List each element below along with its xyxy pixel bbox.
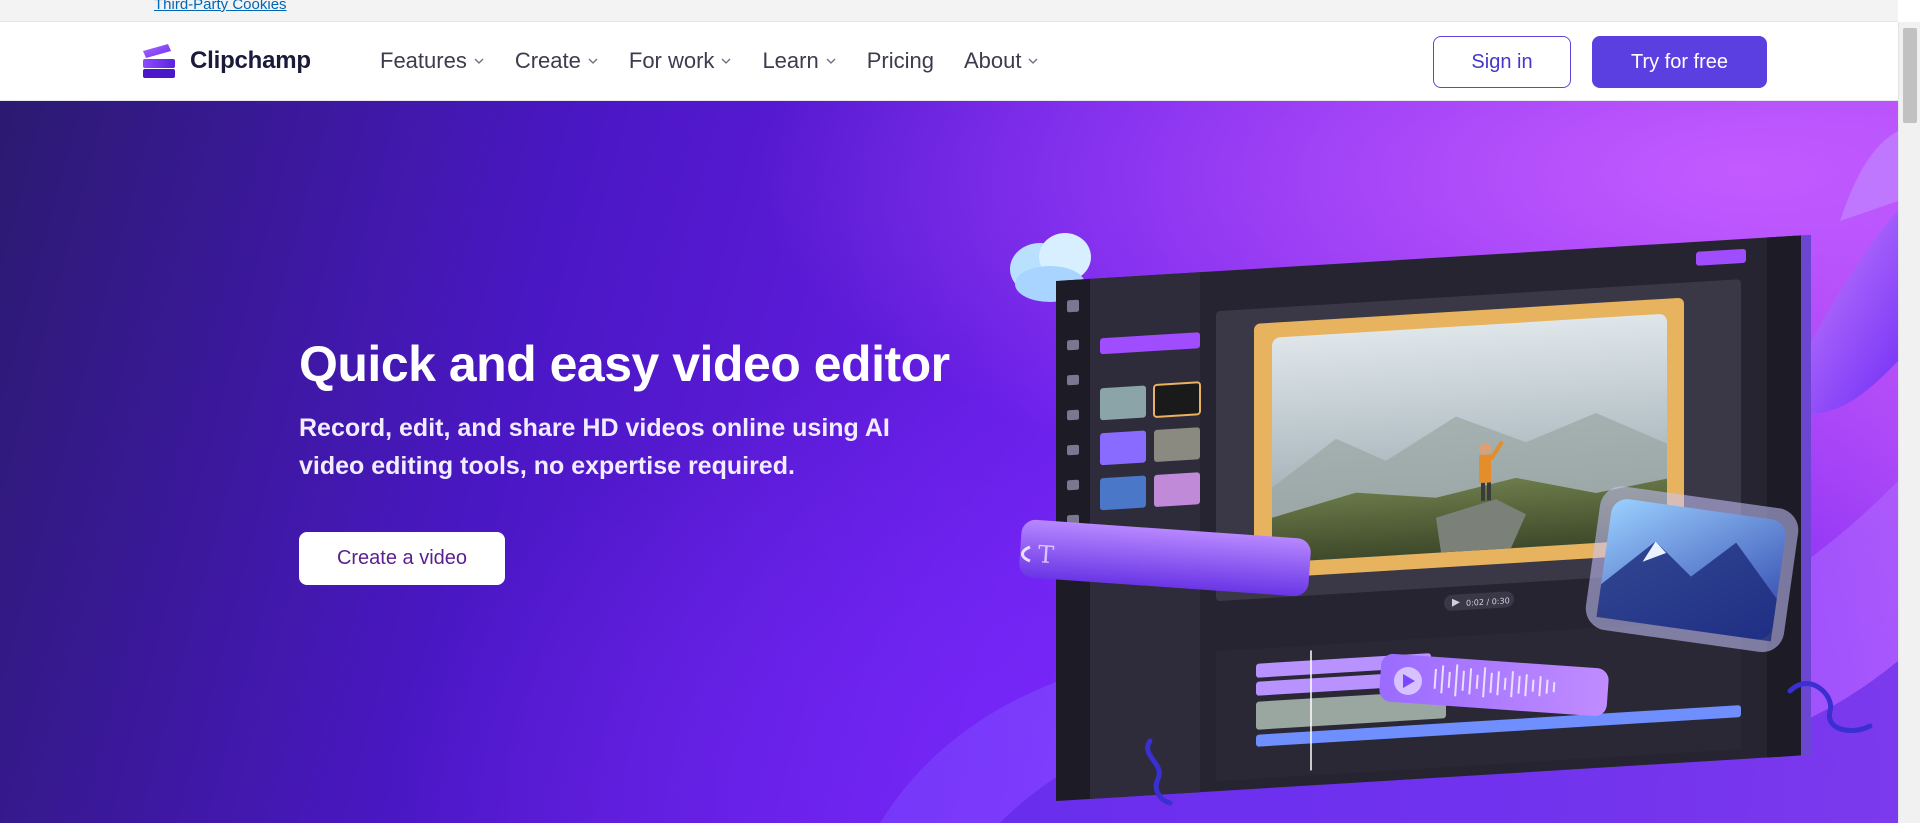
nav-item-pricing[interactable]: Pricing	[867, 48, 934, 74]
third-party-cookies-link[interactable]: Third-Party Cookies	[154, 0, 287, 13]
sign-in-button[interactable]: Sign in	[1433, 36, 1571, 88]
nav-item-create[interactable]: Create	[515, 48, 599, 74]
chevron-down-icon	[826, 58, 836, 64]
chevron-down-icon	[1029, 58, 1038, 64]
brand[interactable]: Clipchamp	[140, 42, 311, 80]
page-scrollbar[interactable]	[1898, 22, 1920, 823]
chevron-down-icon	[474, 58, 484, 64]
scrollbar-thumb[interactable]	[1903, 28, 1917, 123]
glass-photo-tile	[1585, 486, 1799, 653]
svg-text:T: T	[1037, 540, 1055, 569]
page: Third-Party Cookies Clipchamp Features C…	[0, 0, 1920, 823]
chevron-down-icon	[588, 58, 598, 64]
nav-item-label: For work	[628, 48, 715, 73]
nav-item-label: Pricing	[866, 48, 934, 73]
nav-item-for-work[interactable]: For work	[629, 48, 733, 74]
hero-subtitle: Record, edit, and share HD videos online…	[299, 414, 890, 480]
create-video-button[interactable]: Create a video	[299, 532, 505, 585]
nav-item-features[interactable]: Features	[380, 48, 485, 74]
chevron-down-icon	[721, 58, 731, 64]
hero-title: Quick and easy video editor	[299, 336, 950, 392]
nav-item-about[interactable]: About	[964, 48, 1040, 74]
navbar: Clipchamp Features Create For work Learn…	[0, 22, 1898, 101]
nav-item-label: About	[963, 48, 1022, 73]
try-for-free-button[interactable]: Try for free	[1592, 36, 1767, 88]
main-nav: Features Create For work Learn Pricing A…	[380, 48, 1039, 74]
hero-copy: Quick and easy video editor Record, edit…	[299, 337, 999, 485]
brand-name: Clipchamp	[190, 47, 311, 74]
nav-item-label: Features	[380, 48, 467, 73]
clipchamp-logo-icon	[143, 44, 175, 78]
nav-item-label: Learn	[762, 48, 819, 73]
nav-item-label: Create	[514, 48, 581, 73]
nav-item-learn[interactable]: Learn	[762, 48, 836, 74]
hero-section: Quick and easy video editor Record, edit…	[0, 101, 1898, 823]
editor-preview-illustration: 0:02 / 0:30 T	[1010, 233, 1873, 806]
cookie-banner: Third-Party Cookies	[0, 0, 1898, 22]
